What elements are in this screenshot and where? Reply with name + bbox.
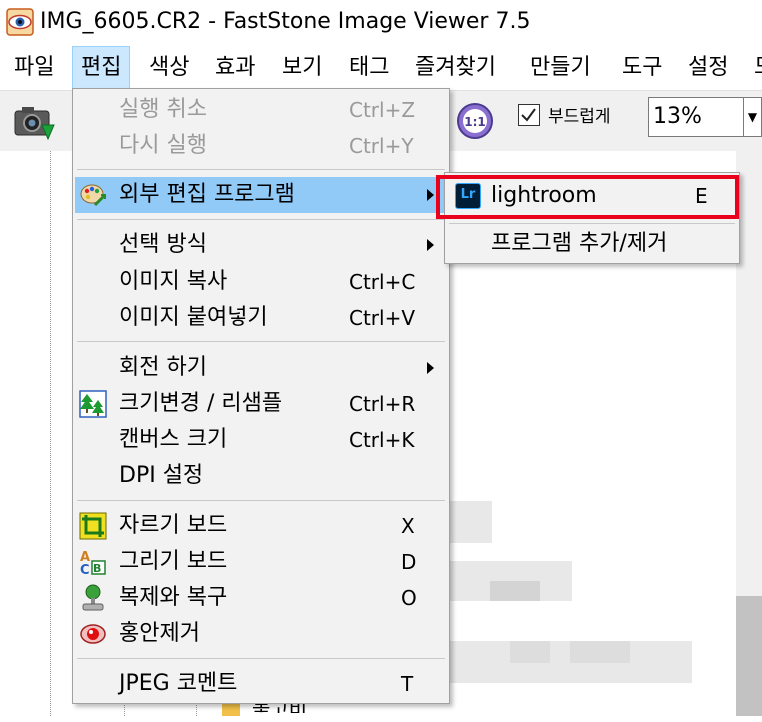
vertical-scrollbar-thumb[interactable] <box>736 596 762 716</box>
annotation-highlight-box <box>436 175 739 219</box>
title-bar: IMG_6605.CR2 - FastStone Image Viewer 7.… <box>0 0 762 46</box>
menu-item-undo[interactable]: 실행 취소 Ctrl+Z <box>75 92 447 128</box>
menu-tools[interactable]: 도구 <box>614 46 670 90</box>
menu-item-rotate[interactable]: 회전 하기 <box>75 350 447 386</box>
menu-separator <box>77 341 445 342</box>
menu-separator <box>449 223 735 224</box>
submenu-arrow-icon <box>427 362 434 374</box>
edit-menu-dropdown: 실행 취소 Ctrl+Z 다시 실행 Ctrl+Y 외부 편집 프로그램 선택 … <box>72 88 450 704</box>
resize-trees-icon <box>79 390 107 418</box>
menu-separator <box>77 658 445 659</box>
menu-item-paste-image[interactable]: 이미지 붙여넣기 Ctrl+V <box>75 300 447 336</box>
menu-item-external-editor[interactable]: 외부 편집 프로그램 <box>75 177 447 213</box>
faststone-eye-icon <box>6 8 34 36</box>
menu-create[interactable]: 만들기 <box>522 46 599 90</box>
menu-item-copy-image[interactable]: 이미지 복사 Ctrl+C <box>75 264 447 300</box>
palette-icon <box>80 184 107 207</box>
clone-stamp-icon <box>82 584 104 611</box>
blurred-thumbnail <box>490 581 540 601</box>
menu-file[interactable]: 파일 <box>6 46 62 90</box>
menu-item-jpeg-comment[interactable]: JPEG 코멘트 T <box>75 666 447 702</box>
smooth-label: 부드럽게 <box>548 107 611 127</box>
menu-item-clone-heal[interactable]: 복제와 복구 O <box>75 580 447 616</box>
menu-item-canvas-size[interactable]: 캔버스 크기 Ctrl+K <box>75 422 447 458</box>
crop-icon <box>79 512 107 540</box>
menu-bar: 파일 편집 색상 효과 보기 태그 즐겨찾기 만들기 도구 설정 도 <box>0 46 762 90</box>
tree-line <box>50 151 51 716</box>
menu-item-selection-mode[interactable]: 선택 방식 <box>75 227 447 263</box>
folder-icon <box>222 702 240 716</box>
menu-edit[interactable]: 편집 <box>72 46 131 90</box>
submenu-arrow-icon <box>427 239 434 251</box>
menu-effects[interactable]: 효과 <box>207 46 263 90</box>
menu-favorites[interactable]: 즐겨찾기 <box>407 46 504 90</box>
menu-item-redo[interactable]: 다시 실행 Ctrl+Y <box>75 128 447 164</box>
checkmark-icon <box>521 108 536 122</box>
menu-separator <box>77 169 445 170</box>
blurred-thumbnail <box>510 641 550 663</box>
submenu-arrow-icon <box>427 189 434 201</box>
svg-text:1:1: 1:1 <box>464 115 486 129</box>
draw-board-icon: A C B <box>80 550 106 576</box>
menu-settings[interactable]: 설정 <box>680 46 736 90</box>
menu-separator <box>77 219 445 220</box>
menu-item-red-eye[interactable]: 홍안제거 <box>75 616 447 652</box>
window-title: IMG_6605.CR2 - FastStone Image Viewer 7.… <box>40 9 531 34</box>
chevron-down-icon[interactable]: ▼ <box>744 97 762 137</box>
red-eye-icon <box>80 624 106 644</box>
blurred-thumbnail <box>450 501 492 543</box>
menu-help-partial[interactable]: 도 <box>746 46 762 90</box>
menu-tags[interactable]: 태그 <box>341 46 397 90</box>
menu-item-draw-board[interactable]: A C B 그리기 보드 D <box>75 544 447 580</box>
menu-item-dpi[interactable]: DPI 설정 <box>75 458 447 494</box>
actual-size-icon[interactable]: 1:1 <box>456 102 494 140</box>
smooth-checkbox[interactable] <box>518 104 540 126</box>
menu-color[interactable]: 색상 <box>141 46 197 90</box>
camera-import-icon[interactable] <box>12 99 56 143</box>
svg-text:C: C <box>80 563 90 576</box>
menu-item-resize[interactable]: 크기변경 / 리샘플 Ctrl+R <box>75 386 447 422</box>
zoom-select[interactable]: 13% <box>648 97 744 137</box>
submenu-item-add-remove-program[interactable]: 프로그램 추가/제거 <box>447 225 737 263</box>
menu-view[interactable]: 보기 <box>274 46 330 90</box>
menu-item-crop-board[interactable]: 자르기 보드 X <box>75 508 447 544</box>
menu-separator <box>77 500 445 501</box>
svg-text:B: B <box>93 562 101 575</box>
blurred-thumbnail <box>570 641 630 663</box>
